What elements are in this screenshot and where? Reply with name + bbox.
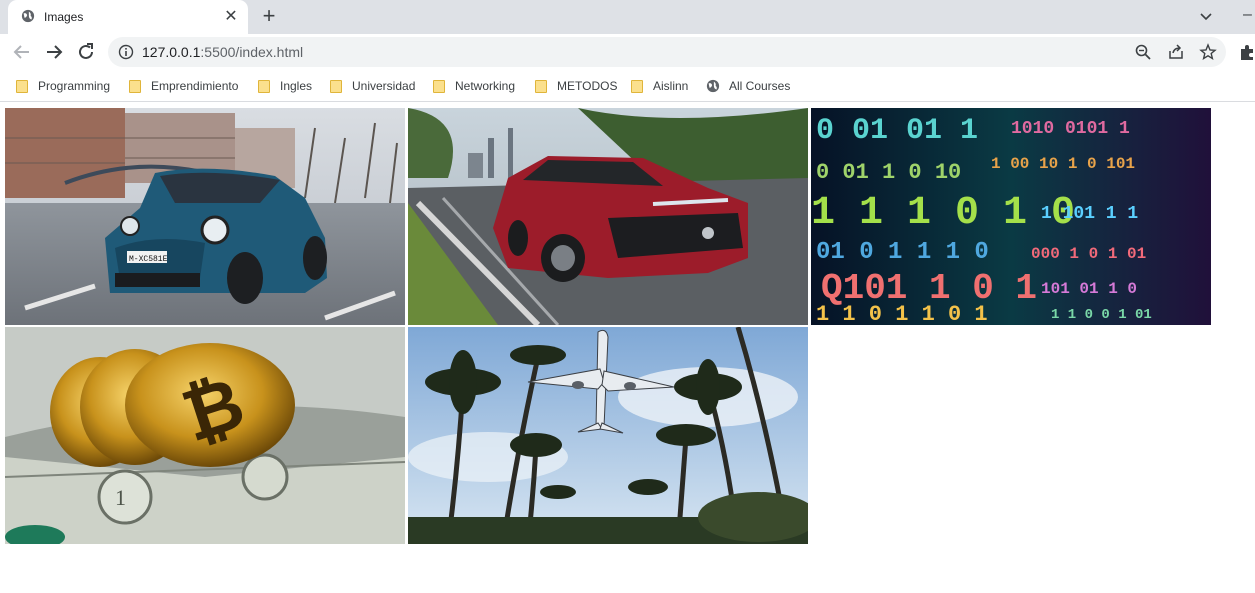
folder-icon	[631, 79, 643, 93]
back-arrow-icon[interactable]	[10, 40, 34, 64]
folder-icon	[16, 79, 28, 93]
svg-text:101 01 1 0: 101 01 1 0	[1041, 280, 1137, 298]
svg-text:000 1 0 1 01: 000 1 0 1 01	[1031, 245, 1146, 263]
globe-icon	[706, 79, 720, 93]
bookmark-metodos[interactable]: METODOS	[535, 77, 617, 95]
bookmark-label: Aislinn	[653, 79, 689, 93]
reload-icon[interactable]	[74, 40, 98, 64]
bookmark-star-icon[interactable]	[1199, 43, 1217, 61]
tab-title: Images	[44, 10, 84, 24]
new-tab-button[interactable]: +	[256, 5, 282, 29]
bookmark-emprendimiento[interactable]: Emprendimiento	[129, 77, 238, 95]
folder-icon	[535, 79, 547, 93]
license-plate-text: M-XC581E	[129, 255, 168, 264]
close-tab-icon[interactable]: ✕	[222, 8, 240, 26]
svg-text:1 1 1 0 1 0: 1 1 1 0 1 0	[811, 191, 1075, 236]
folder-icon	[330, 79, 342, 93]
chevron-down-icon[interactable]	[1196, 6, 1216, 26]
bookmark-label: Programming	[38, 79, 111, 93]
folder-icon	[433, 79, 445, 93]
extensions-puzzle-icon[interactable]	[1238, 42, 1255, 62]
forward-arrow-icon[interactable]	[42, 40, 66, 64]
svg-text:1010 0101 1: 1010 0101 1	[1011, 119, 1130, 139]
bookmark-ingles[interactable]: Ingles	[258, 77, 312, 95]
gallery-image-car-blue: M-XC581E	[5, 108, 405, 325]
gallery-image-bitcoin: 1 ₿	[5, 327, 405, 544]
page-content: M-XC581E 0 01 01 1 1010 0101 1 0 01 1 0 …	[0, 103, 1255, 593]
bookmark-label: METODOS	[557, 79, 618, 93]
toolbar: 127.0.0.1:5500/index.html	[0, 34, 1255, 70]
globe-icon	[21, 9, 35, 23]
bookmark-label: Emprendimiento	[151, 79, 239, 93]
svg-text:0 01 1 0 10: 0 01 1 0 10	[816, 160, 961, 185]
url-path: :5500/index.html	[200, 44, 304, 60]
bookmarks-bar: Programming Emprendimiento Ingles Univer…	[0, 70, 1255, 102]
bookmark-networking[interactable]: Networking	[433, 77, 515, 95]
svg-text:0 01 01 1: 0 01 01 1	[816, 114, 978, 148]
minimize-button[interactable]: –	[1243, 6, 1255, 26]
gallery-image-binary-code: 0 01 01 1 1010 0101 1 0 01 1 0 10 1 00 1…	[811, 108, 1211, 325]
zoom-icon[interactable]	[1134, 43, 1152, 61]
svg-text:1 1 0 0 1 01: 1 1 0 0 1 01	[1051, 307, 1152, 323]
bookmark-label: All Courses	[729, 79, 791, 93]
address-bar[interactable]: 127.0.0.1:5500/index.html	[108, 37, 1226, 67]
bookmark-label: Ingles	[280, 79, 313, 93]
share-icon[interactable]	[1167, 43, 1185, 61]
url-host: 127.0.0.1	[142, 44, 201, 60]
folder-icon	[129, 79, 141, 93]
tab-strip: Images ✕ + –	[0, 0, 1255, 34]
gallery-image-car-red	[408, 108, 808, 325]
bookmark-label: Universidad	[352, 79, 416, 93]
svg-text:1 00 10 1 0 101: 1 00 10 1 0 101	[991, 155, 1135, 173]
bookmark-label: Networking	[455, 79, 516, 93]
folder-icon	[258, 79, 270, 93]
svg-text:01 0 1 1 1 0: 01 0 1 1 1 0	[816, 239, 989, 266]
svg-text:1 101 1 1: 1 101 1 1	[1041, 204, 1138, 224]
gallery-image-airplane-palms	[408, 327, 808, 544]
tab-images[interactable]: Images ✕	[8, 0, 248, 34]
svg-text:1: 1	[115, 485, 126, 510]
svg-text:1 1 0 1 1 0 1: 1 1 0 1 1 0 1	[816, 302, 988, 325]
url-text[interactable]: 127.0.0.1:5500/index.html	[142, 44, 303, 60]
bookmark-programming[interactable]: Programming	[16, 77, 110, 95]
bookmark-all-courses[interactable]: All Courses	[706, 77, 790, 95]
bookmark-aislinn[interactable]: Aislinn	[631, 77, 688, 95]
bookmark-universidad[interactable]: Universidad	[330, 77, 415, 95]
info-icon[interactable]	[118, 44, 134, 60]
